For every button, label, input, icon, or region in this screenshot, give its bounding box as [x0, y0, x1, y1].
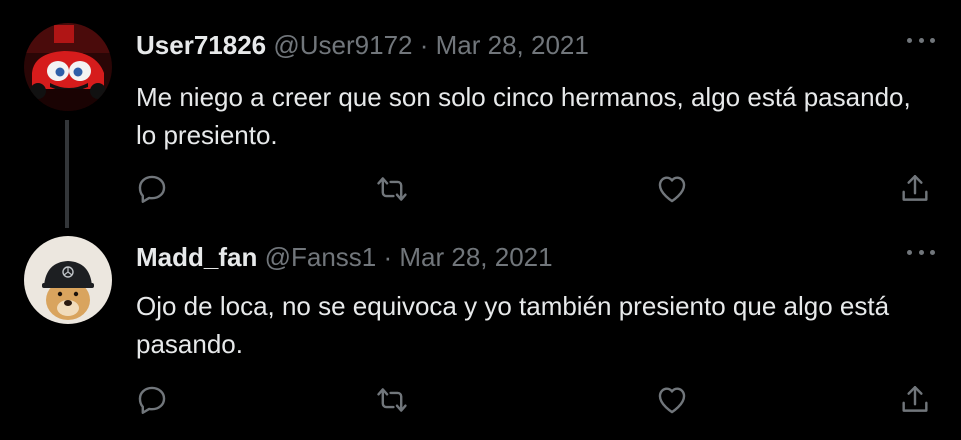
heart-icon	[658, 176, 686, 203]
dog-with-cap-avatar-icon	[24, 236, 112, 324]
tweet-text: Ojo de loca, no se equivoca y yo también…	[136, 291, 890, 359]
like-button[interactable]	[655, 172, 689, 206]
like-button[interactable]	[655, 383, 689, 417]
more-dot-icon	[918, 249, 924, 255]
avatar[interactable]	[24, 23, 112, 111]
share-button[interactable]	[898, 383, 932, 417]
share-icon	[902, 386, 928, 412]
tweet[interactable]: Madd_fan @Fanss1 · Mar 28, 2021 Ojo de l…	[0, 215, 961, 440]
display-name[interactable]: Madd_fan	[136, 242, 257, 272]
tweet-header: Madd_fan @Fanss1 · Mar 28, 2021	[136, 242, 553, 273]
reply-button[interactable]	[135, 172, 169, 206]
more-dot-icon	[907, 249, 912, 255]
share-icon	[902, 175, 928, 201]
user-handle[interactable]: @Fanss1	[265, 242, 377, 272]
race-car-avatar-icon	[24, 23, 112, 111]
retweet-icon	[377, 177, 407, 201]
retweet-button[interactable]	[375, 383, 409, 417]
reply-icon	[138, 175, 166, 203]
more-dot-icon	[930, 249, 935, 255]
retweet-icon	[377, 388, 407, 412]
tweet[interactable]: User71826 @User9172 · Mar 28, 2021 Me ni…	[0, 0, 961, 228]
heart-icon	[658, 387, 686, 414]
more-dot-icon	[930, 37, 935, 43]
user-handle[interactable]: @User9172	[273, 30, 412, 60]
tweet-date[interactable]: Mar 28, 2021	[436, 30, 589, 60]
tweet-text: Me niego a creer que son solo cinco herm…	[136, 82, 911, 150]
tweet-actions	[0, 172, 961, 208]
more-options-button[interactable]	[907, 246, 935, 258]
retweet-button[interactable]	[375, 172, 409, 206]
tweet-header: User71826 @User9172 · Mar 28, 2021	[136, 30, 589, 61]
reply-button[interactable]	[135, 383, 169, 417]
separator-dot: ·	[419, 30, 429, 60]
more-options-button[interactable]	[907, 34, 935, 46]
display-name[interactable]: User71826	[136, 30, 266, 60]
more-dot-icon	[918, 37, 924, 43]
separator-dot: ·	[383, 242, 393, 272]
tweet-actions	[0, 383, 961, 419]
avatar[interactable]	[24, 236, 112, 324]
tweet-date[interactable]: Mar 28, 2021	[399, 242, 552, 272]
reply-icon	[138, 386, 166, 414]
share-button[interactable]	[898, 172, 932, 206]
more-dot-icon	[907, 37, 912, 43]
